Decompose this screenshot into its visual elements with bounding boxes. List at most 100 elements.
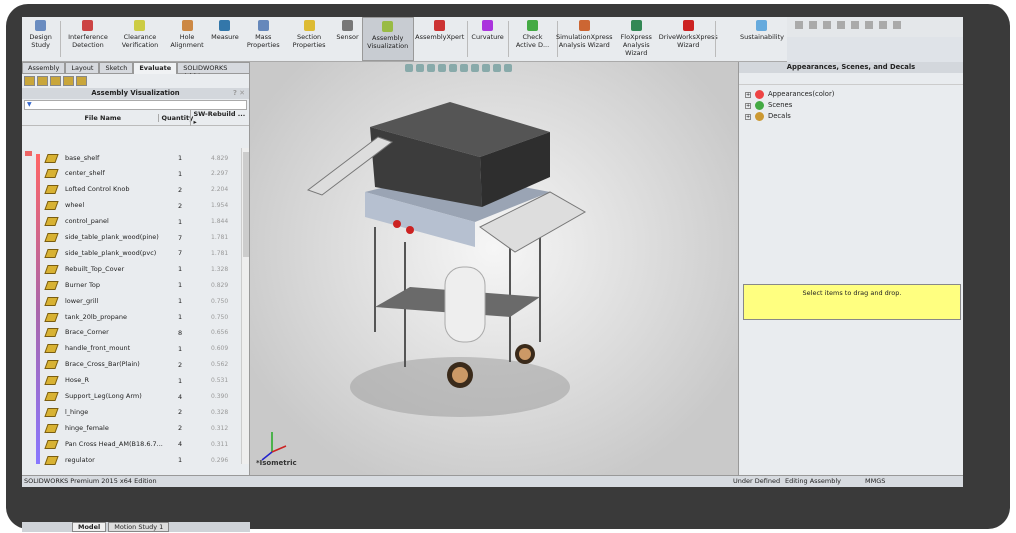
ribbon-button-section-properties[interactable]: Section Properties <box>285 17 334 61</box>
component-row[interactable]: Hose_R 1 0.531 <box>44 373 241 389</box>
component-name: Brace_Cross_Bar(Plain) <box>65 360 140 369</box>
column-sw-rebuild[interactable]: SW-Rebuild ... ▸ <box>190 110 249 126</box>
ribbon-button-mass-properties[interactable]: Mass Properties <box>242 17 285 61</box>
solidworks-window: Design Study Interference Detection Cleara… <box>22 17 963 532</box>
copy-icon[interactable] <box>823 21 831 29</box>
part-icon <box>44 328 59 338</box>
ribbon-button-check-active-d[interactable]: Check Active D... <box>510 17 556 61</box>
tab-sketch[interactable]: Sketch <box>99 62 134 74</box>
ribbon-button-simulationxpress-analysis-wizard[interactable]: SimulationXpress Analysis Wizard <box>556 17 613 61</box>
component-row[interactable]: base_shelf 1 4.829 <box>44 150 241 166</box>
component-row[interactable]: Rebuilt_Top_Cover 1 1.328 <box>44 261 241 277</box>
component-row[interactable]: regulator 1 0.296 <box>44 452 241 468</box>
panel-help-close[interactable]: ? ✕ <box>233 88 245 99</box>
tree-item[interactable]: + Scenes <box>745 100 957 111</box>
component-row[interactable]: Pan Cross Head_AM(B18.6.7... 4 0.311 <box>44 436 241 452</box>
view-orientation-label: *Isometric <box>256 459 297 467</box>
component-row[interactable]: wheel 2 1.954 <box>44 198 241 214</box>
ribbon-label: AssemblyXpert <box>415 33 465 41</box>
component-name: lower_grill <box>65 296 99 305</box>
component-row[interactable]: Brace_Cross_Bar(Plain) 2 0.562 <box>44 357 241 373</box>
column-quantity[interactable]: Quantity <box>158 114 193 122</box>
part-icon <box>44 217 59 227</box>
tree-item[interactable]: + Decals <box>745 111 957 122</box>
expand-icon[interactable]: + <box>745 102 751 109</box>
layout-icon[interactable] <box>851 21 859 29</box>
component-row[interactable]: hinge_female 2 0.312 <box>44 420 241 436</box>
component-row[interactable]: Support_Leg(Long Arm) 4 0.390 <box>44 389 241 405</box>
status-units[interactable]: MMGS <box>865 476 885 487</box>
component-row[interactable]: Lofted Control Knob 2 2.204 <box>44 182 241 198</box>
slider-marker[interactable] <box>25 151 32 156</box>
ribbon-icon <box>756 20 768 31</box>
ribbon-button-clearance-verification[interactable]: Clearance Verification <box>114 17 166 61</box>
ribbon-button-curvature[interactable]: Curvature <box>468 17 506 61</box>
tab-motion-study[interactable]: Motion Study 1 <box>108 522 170 532</box>
image-icon[interactable] <box>837 21 845 29</box>
ribbon-button-floxpress-analysis-wizard[interactable]: FloXpress Analysis Wizard <box>610 17 662 61</box>
column-file-name[interactable]: File Name <box>47 114 158 122</box>
assembly-visualization-tab-icon[interactable] <box>76 76 87 86</box>
ribbon-button-hole-alignment[interactable]: Hole Alignment <box>166 17 208 61</box>
component-row[interactable]: Burner Top 1 0.829 <box>44 277 241 293</box>
ribbon-label: DriveWorksXpress Wizard <box>658 33 718 49</box>
component-row[interactable]: control_panel 1 1.844 <box>44 214 241 230</box>
ribbon-button-sustainability[interactable]: Sustainability <box>737 17 787 61</box>
component-row[interactable]: side_table_plank_wood(pvc) 7 1.781 <box>44 245 241 261</box>
component-name: hinge_female <box>65 423 109 432</box>
ribbon-button-design-study[interactable]: Design Study <box>22 17 59 61</box>
component-row[interactable]: tank_20lb_propane 1 0.750 <box>44 309 241 325</box>
component-row[interactable]: l_hinge 2 0.328 <box>44 404 241 420</box>
list-icon[interactable] <box>809 21 817 29</box>
tree-item-label: Scenes <box>768 101 793 109</box>
ribbon-button-interference-detection[interactable]: Interference Detection <box>62 17 114 61</box>
component-name: Hose_R <box>65 376 90 385</box>
component-row[interactable]: Brace_Corner 8 0.656 <box>44 325 241 341</box>
component-row[interactable]: side_table_plank_wood(pine) 7 1.781 <box>44 230 241 246</box>
tree-item[interactable]: + Appearances(color) <box>745 89 957 100</box>
ribbon-button-driveworksxpress-wizard[interactable]: DriveWorksXpress Wizard <box>659 17 718 61</box>
grid-icon[interactable] <box>893 21 901 29</box>
component-row[interactable]: handle_front_mount 1 0.609 <box>44 341 241 357</box>
feature-tree-tab-icon[interactable] <box>24 76 35 86</box>
appearance-tree: + Appearances(color) + Scenes + Decals <box>739 85 963 126</box>
graphics-viewport[interactable]: *Isometric <box>250 62 738 475</box>
tab-model[interactable]: Model <box>72 522 107 532</box>
component-name: Rebuilt_Top_Cover <box>65 264 125 273</box>
ribbon-button-assembly-visualization[interactable]: Assembly Visualization <box>361 17 414 61</box>
task-pane-toolbar <box>739 73 963 85</box>
filter-input[interactable]: ▼ <box>24 100 247 110</box>
ribbon-label: FloXpress Analysis Wizard <box>620 33 652 57</box>
component-rebuild-time: 0.656 <box>211 329 229 337</box>
component-name: Burner Top <box>65 280 100 289</box>
ribbon-button-measure[interactable]: Measure <box>208 17 242 61</box>
tab-assembly[interactable]: Assembly <box>22 62 66 74</box>
zoom-icon[interactable] <box>795 21 803 29</box>
command-tabs: AssemblyLayoutSketchEvaluateSOLIDWORKS A… <box>22 62 250 80</box>
list-scrollbar[interactable] <box>241 148 249 464</box>
ribbon-button-sensor[interactable]: Sensor <box>333 17 361 61</box>
ribbon-button-assemblyxpert[interactable]: AssemblyXpert <box>414 17 466 61</box>
part-icon <box>44 233 59 242</box>
right-toolbar <box>787 17 963 37</box>
component-rebuild-time: 2.297 <box>211 170 229 178</box>
component-row[interactable]: lower_grill 1 0.750 <box>44 293 241 309</box>
expand-icon[interactable]: + <box>745 91 751 98</box>
status-edition: SOLIDWORKS Premium 2015 x64 Edition <box>24 477 157 485</box>
bin-icon[interactable] <box>879 21 887 29</box>
tab-layout[interactable]: Layout <box>65 62 100 74</box>
print-icon[interactable] <box>865 21 873 29</box>
part-icon <box>44 185 59 195</box>
component-quantity: 2 <box>178 408 183 417</box>
property-tab-icon[interactable] <box>37 76 48 86</box>
tab-evaluate[interactable]: Evaluate <box>133 62 178 74</box>
config-tab-icon[interactable] <box>50 76 61 86</box>
drop-zone[interactable]: Select items to drag and drop. <box>743 284 961 320</box>
component-row[interactable]: center_shelf 1 2.297 <box>44 166 241 182</box>
component-rebuild-time: 0.328 <box>211 408 229 416</box>
tab-solidworks-add-ins[interactable]: SOLIDWORKS Add-Ins <box>177 62 250 80</box>
part-icon <box>44 344 59 354</box>
expand-icon[interactable]: + <box>745 113 751 120</box>
component-quantity: 2 <box>178 360 183 369</box>
appearance-tab-icon[interactable] <box>63 76 74 86</box>
